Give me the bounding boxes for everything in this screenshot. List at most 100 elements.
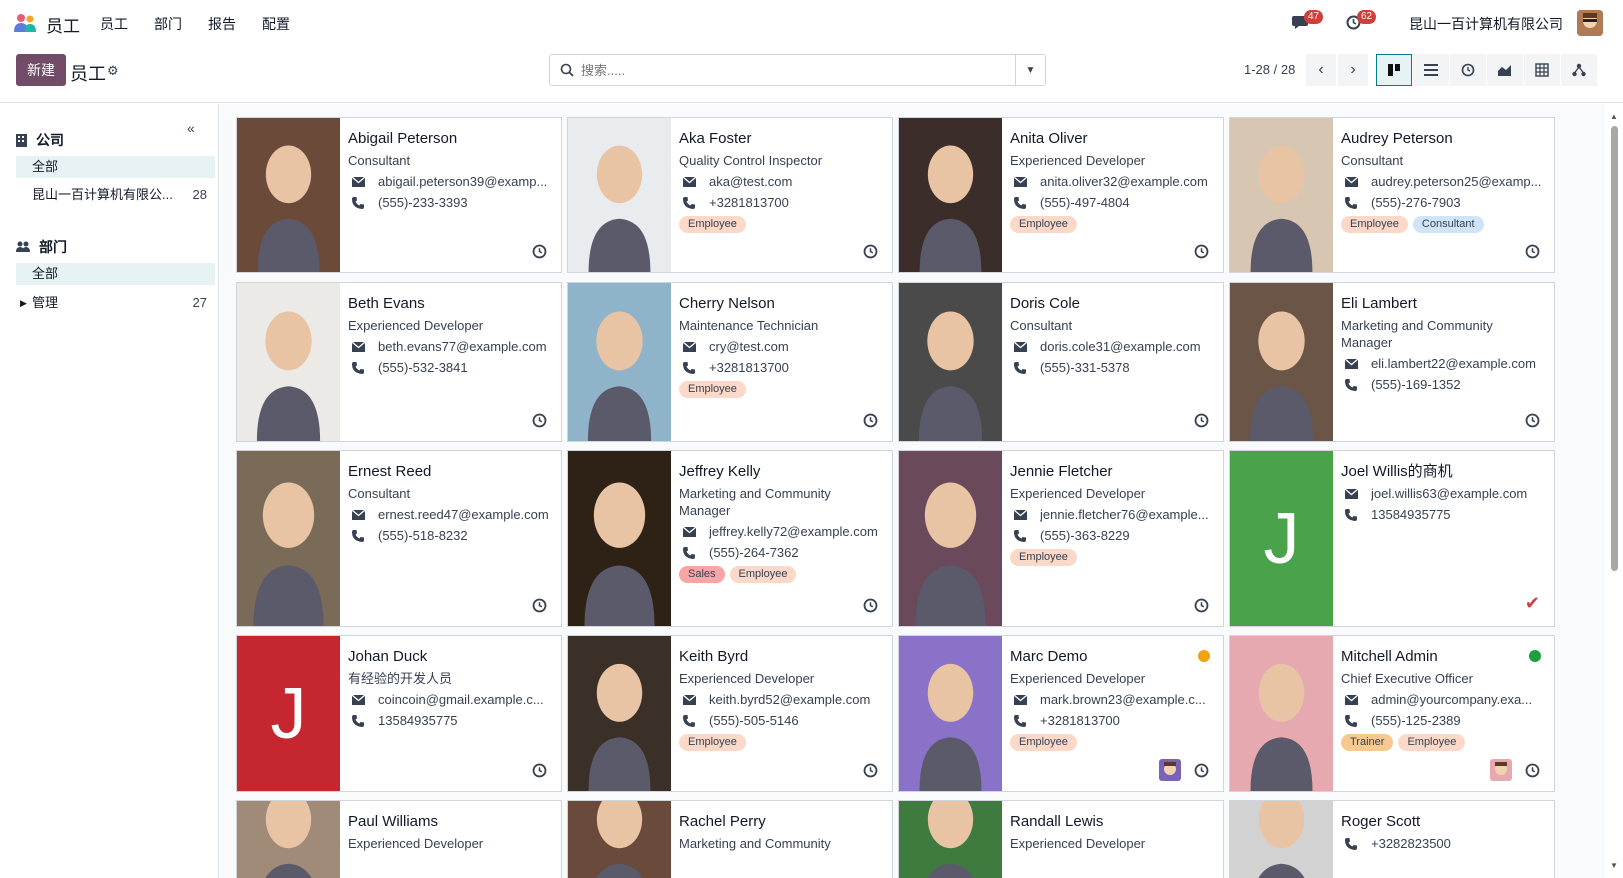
employee-name[interactable]: Doris Cole	[1010, 295, 1215, 313]
activity-clock-icon[interactable]	[1194, 244, 1209, 259]
sidebar-company-all[interactable]: 全部	[16, 156, 215, 178]
activity-clock-icon[interactable]	[863, 244, 878, 259]
employee-card[interactable]: Rachel Perry Marketing and Community	[567, 800, 893, 878]
collapse-sidebar-icon[interactable]: «	[187, 120, 195, 136]
employee-name[interactable]: Beth Evans	[348, 295, 553, 313]
employee-name[interactable]: Paul Williams	[348, 813, 553, 831]
pager-value[interactable]: 1-28 / 28	[1244, 62, 1295, 77]
employee-phone[interactable]: +3282823500	[1371, 835, 1451, 852]
employee-name[interactable]: Roger Scott	[1341, 813, 1546, 831]
employee-email[interactable]: ernest.reed47@example.com	[378, 506, 549, 523]
search-input[interactable]	[581, 59, 1021, 81]
employee-name[interactable]: Rachel Perry	[679, 813, 884, 831]
employee-card[interactable]: J Johan Duck 有经验的开发人员 coincoin@gmail.exampl…	[236, 635, 562, 792]
sidebar-department-management[interactable]: ▶ 管理 27	[16, 292, 215, 314]
employee-name[interactable]: Aka Foster	[679, 130, 884, 148]
employee-name[interactable]: Jeffrey Kelly	[679, 463, 884, 481]
employee-phone[interactable]: +3281813700	[1040, 712, 1120, 729]
sidebar-department-all[interactable]: 全部	[16, 263, 215, 285]
employee-card[interactable]: Paul Williams Experienced Developer	[236, 800, 562, 878]
employee-name[interactable]: Eli Lambert	[1341, 295, 1546, 313]
employee-name[interactable]: Jennie Fletcher	[1010, 463, 1215, 481]
employee-name[interactable]: Abigail Peterson	[348, 130, 553, 148]
activity-clock-icon[interactable]	[1525, 244, 1540, 259]
employee-card[interactable]: Doris Cole Consultant doris.cole31@example…	[898, 282, 1224, 442]
employee-phone[interactable]: (555)-264-7362	[709, 544, 799, 561]
employee-card[interactable]: Marc Demo Experienced Developer mark.brown…	[898, 635, 1224, 792]
employee-name[interactable]: Marc Demo	[1010, 648, 1215, 666]
employee-name[interactable]: Randall Lewis	[1010, 813, 1215, 831]
employee-name[interactable]: Audrey Peterson	[1341, 130, 1546, 148]
new-button[interactable]: 新建	[16, 54, 66, 86]
employee-phone[interactable]: 13584935775	[1371, 506, 1451, 523]
employee-email[interactable]: anita.oliver32@example.com	[1040, 173, 1208, 190]
employee-email[interactable]: beth.evans77@example.com	[378, 338, 547, 355]
employee-name[interactable]: Johan Duck	[348, 648, 553, 666]
employee-card[interactable]: Abigail Peterson Consultant abigail.peters…	[236, 117, 562, 273]
employee-card[interactable]: J Joel Willis的商机 joel.willis63@example.com…	[1229, 450, 1555, 627]
employee-card[interactable]: Jeffrey Kelly Marketing and Community Man…	[567, 450, 893, 627]
employee-phone[interactable]: (555)-505-5146	[709, 712, 799, 729]
pager-previous-button[interactable]: ‹	[1306, 54, 1336, 86]
employee-email[interactable]: audrey.peterson25@examp...	[1371, 173, 1542, 190]
employee-name[interactable]: Cherry Nelson	[679, 295, 884, 313]
employee-name[interactable]: Anita Oliver	[1010, 130, 1215, 148]
employee-email[interactable]: eli.lambert22@example.com	[1371, 355, 1536, 372]
employee-email[interactable]: coincoin@gmail.example.c...	[378, 691, 544, 708]
activity-clock-icon[interactable]	[532, 244, 547, 259]
employee-phone[interactable]: +3281813700	[709, 359, 789, 376]
employee-card[interactable]: Randall Lewis Experienced Developer	[898, 800, 1224, 878]
employee-card[interactable]: Ernest Reed Consultant ernest.reed47@examp…	[236, 450, 562, 627]
menu-departments[interactable]: 部门	[154, 14, 182, 34]
scroll-up-arrow[interactable]: ▲	[1610, 112, 1618, 121]
search-options-toggle[interactable]: ▼	[1015, 55, 1045, 85]
employee-name[interactable]: Keith Byrd	[679, 648, 884, 666]
list-view-button[interactable]	[1413, 54, 1449, 86]
menu-config[interactable]: 配置	[262, 14, 290, 34]
user-avatar[interactable]	[1577, 10, 1603, 36]
employee-card[interactable]: Audrey Peterson Consultant audrey.peterson…	[1229, 117, 1555, 273]
employee-card[interactable]: Keith Byrd Experienced Developer keith.byr…	[567, 635, 893, 792]
scroll-down-arrow[interactable]: ▼	[1610, 861, 1618, 870]
employee-email[interactable]: jeffrey.kelly72@example.com	[709, 523, 878, 540]
employee-phone[interactable]: (555)-518-8232	[378, 527, 468, 544]
vertical-scrollbar[interactable]: ▲ ▼	[1606, 104, 1623, 878]
user-avatar[interactable]	[1159, 759, 1181, 781]
activity-clock-icon[interactable]	[532, 763, 547, 778]
employee-phone[interactable]: (555)-532-3841	[378, 359, 468, 376]
employee-phone[interactable]: (555)-331-5378	[1040, 359, 1130, 376]
employee-card[interactable]: Beth Evans Experienced Developer beth.evan…	[236, 282, 562, 442]
activity-clock-icon[interactable]	[863, 598, 878, 613]
activity-clock-icon[interactable]	[863, 763, 878, 778]
employees-app-icon[interactable]	[12, 12, 38, 34]
employee-phone[interactable]: (555)-169-1352	[1371, 376, 1461, 393]
scroll-thumb[interactable]	[1611, 126, 1618, 571]
employee-email[interactable]: doris.cole31@example.com	[1040, 338, 1201, 355]
employee-card[interactable]: Aka Foster Quality Control Inspector aka@t…	[567, 117, 893, 273]
hierarchy-view-button[interactable]	[1561, 54, 1597, 86]
employee-phone[interactable]: (555)-363-8229	[1040, 527, 1130, 544]
employee-email[interactable]: mark.brown23@example.c...	[1040, 691, 1206, 708]
activity-clock-icon[interactable]	[1194, 598, 1209, 613]
sidebar-company-item[interactable]: 昆山一百计算机有限公... 28	[16, 184, 215, 206]
activity-clock-icon[interactable]	[1194, 413, 1209, 428]
employee-name[interactable]: Ernest Reed	[348, 463, 553, 481]
employee-phone[interactable]: (555)-125-2389	[1371, 712, 1461, 729]
pager-next-button[interactable]: ›	[1338, 54, 1368, 86]
employee-email[interactable]: aka@test.com	[709, 173, 792, 190]
employee-card[interactable]: Eli Lambert Marketing and Community Manag…	[1229, 282, 1555, 442]
employee-card[interactable]: Mitchell Admin Chief Executive Officer adm…	[1229, 635, 1555, 792]
employee-email[interactable]: abigail.peterson39@examp...	[378, 173, 547, 190]
activity-view-button[interactable]	[1450, 54, 1486, 86]
employee-email[interactable]: joel.willis63@example.com	[1371, 485, 1527, 502]
user-avatar[interactable]	[1490, 759, 1512, 781]
employee-card[interactable]: Jennie Fletcher Experienced Developer jenn…	[898, 450, 1224, 627]
kanban-view-button[interactable]	[1376, 54, 1412, 86]
employee-card[interactable]: Roger Scott +3282823500	[1229, 800, 1555, 878]
employee-email[interactable]: keith.byrd52@example.com	[709, 691, 870, 708]
employee-phone[interactable]: +3281813700	[709, 194, 789, 211]
employee-name[interactable]: Mitchell Admin	[1341, 648, 1546, 666]
activity-clock-icon[interactable]	[863, 413, 878, 428]
app-title[interactable]: 员工	[46, 12, 80, 37]
activity-clock-icon[interactable]	[1194, 763, 1209, 778]
